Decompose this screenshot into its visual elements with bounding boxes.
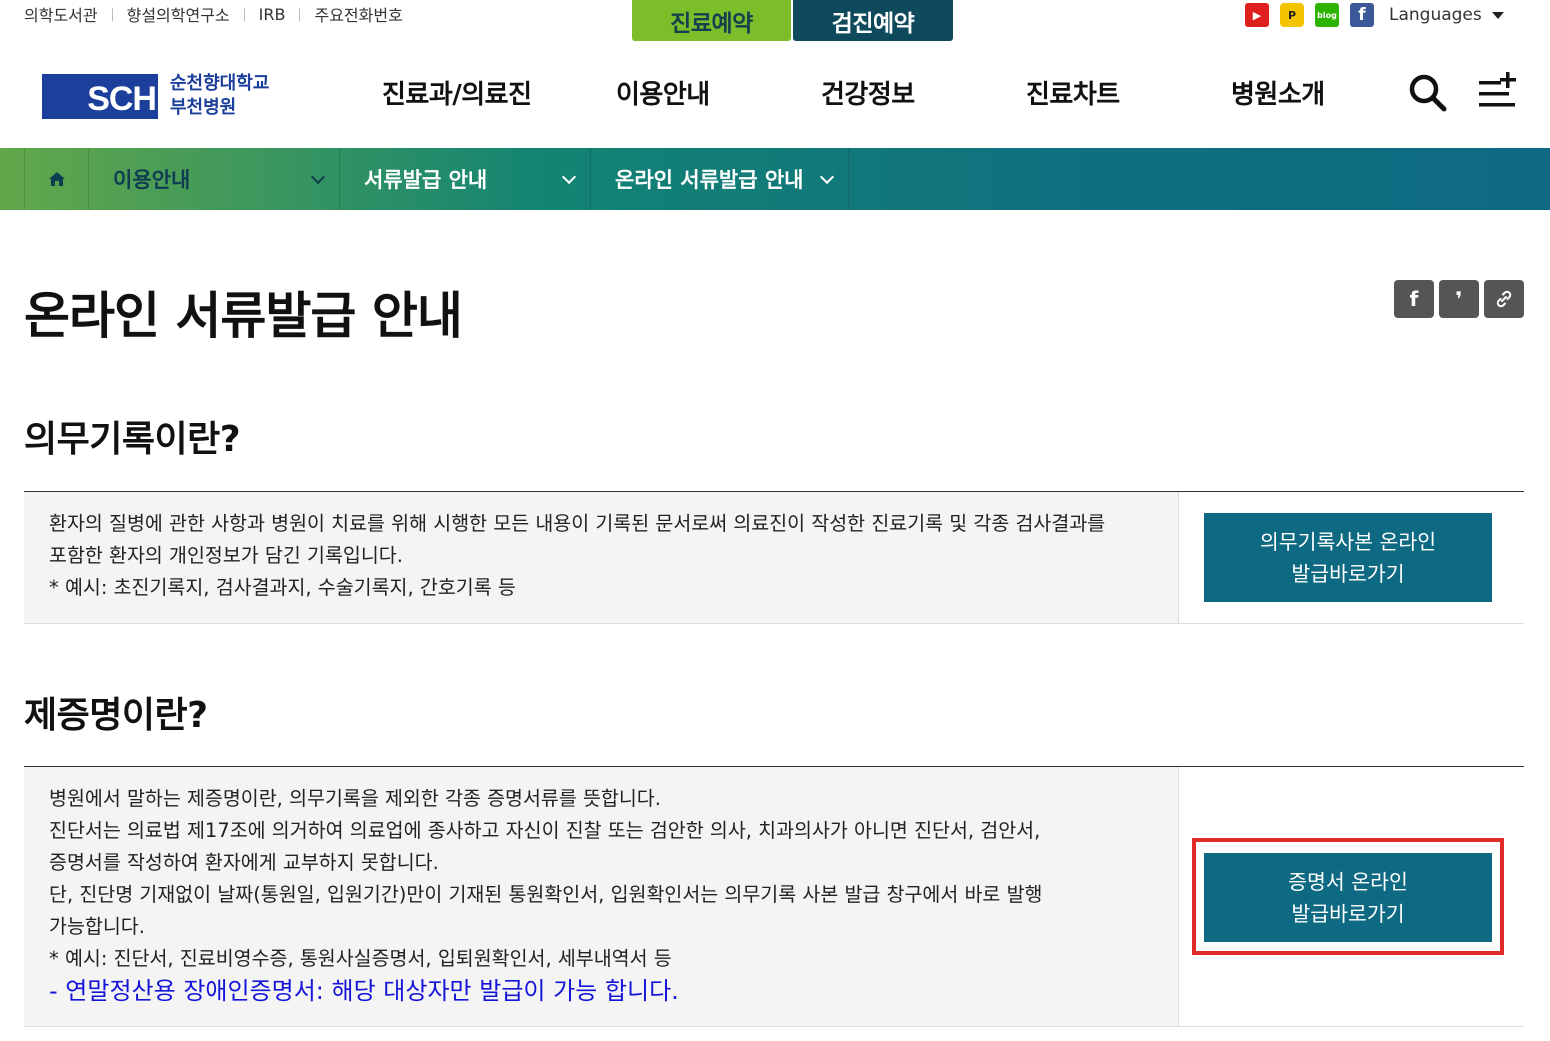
nav-item-health[interactable]: 건강정보 [821, 74, 1026, 111]
link-icon [1496, 290, 1512, 308]
text-line: * 예시: 초진기록지, 검사결과지, 수술기록지, 간호기록 등 [49, 576, 516, 599]
section-title-certificates: 제증명이란? [24, 695, 208, 736]
divider [243, 7, 245, 21]
youtube-icon[interactable]: ▶ [1245, 3, 1269, 27]
disability-certificate-note: - 연말정산용 장애인증명서: 해당 대상자만 발급이 가능 합니다. [49, 975, 1042, 1009]
chevron-down-icon [561, 169, 577, 185]
nav-item-about[interactable]: 병원소개 [1231, 74, 1325, 111]
utility-links: 의학도서관 향설의학연구소 IRB 주요전화번호 [24, 2, 403, 26]
blog-icon[interactable]: blog [1315, 3, 1339, 27]
util-link-research[interactable]: 향설의학연구소 [127, 2, 230, 26]
breadcrumb-level2[interactable]: 서류발급 안내 [340, 148, 591, 210]
home-button[interactable] [24, 148, 89, 210]
highlight-box [1192, 838, 1504, 955]
sns-links: ▶ P blog f Languages [1245, 3, 1504, 27]
facebook-icon[interactable]: f [1350, 3, 1374, 27]
text-line: 가능합니다. [49, 915, 145, 938]
text-line: 병원에서 말하는 제증명이란, 의무기록을 제외한 각종 증명서류를 뜻합니다. [49, 787, 661, 810]
divider [1178, 492, 1179, 623]
breadcrumb-level2-label: 서류발급 안내 [364, 168, 488, 192]
logo-text: 순천향대학교 부천병원 [170, 72, 269, 120]
logo-mark: SCH [42, 73, 158, 119]
divider [299, 7, 301, 21]
nav-item-departments[interactable]: 진료과/의료진 [382, 74, 616, 111]
text-line: * 예시: 진단서, 진료비영수증, 통원사실증명서, 입퇴원확인서, 세부내역… [49, 947, 672, 970]
section-text: 병원에서 말하는 제증명이란, 의무기록을 제외한 각종 증명서류를 뜻합니다.… [49, 783, 1042, 1009]
kakao-share-icon[interactable]: ❜ [1439, 280, 1479, 318]
button-label-line1: 의무기록사본 온라인 [1259, 529, 1437, 554]
all-menu-icon[interactable] [1478, 72, 1518, 110]
quick-reservation: 진료예약 검진예약 [632, 0, 953, 41]
home-icon [48, 172, 65, 186]
checkup-button[interactable]: 검진예약 [793, 0, 953, 41]
main-nav: 진료과/의료진 이용안내 건강정보 진료차트 병원소개 [382, 74, 1325, 111]
page-title: 온라인 서류발급 안내 [24, 287, 463, 345]
search-icon[interactable] [1407, 72, 1447, 112]
breadcrumb-level3[interactable]: 온라인 서류발급 안내 [591, 148, 849, 210]
hospital-logo[interactable]: SCH 순천향대학교 부천병원 [42, 72, 269, 120]
button-label-line2: 발급바로가기 [1291, 561, 1405, 586]
text-line: 환자의 질병에 관한 사항과 병원이 치료를 위해 시행한 모든 내용이 기록된… [49, 512, 1106, 535]
caret-down-icon [1491, 11, 1504, 19]
languages-label: Languages [1389, 5, 1482, 25]
podcast-icon[interactable]: P [1280, 3, 1304, 27]
chevron-down-icon [310, 169, 326, 185]
section-text: 환자의 질병에 관한 사항과 병원이 치료를 위해 시행한 모든 내용이 기록된… [49, 508, 1105, 604]
divider [1178, 767, 1179, 1026]
breadcrumb-level1-label: 이용안내 [113, 168, 191, 192]
text-line: 진단서는 의료법 제17조에 의거하여 의료업에 종사하고 자신이 진찰 또는 … [49, 819, 1041, 842]
share-buttons: f ❜ [1394, 280, 1524, 318]
divider [111, 7, 113, 21]
link-copy-icon[interactable] [1484, 280, 1524, 318]
note-text: - 연말정산용 장애인증명서: 해당 대상자만 발급이 가능 합니다. [49, 977, 679, 1005]
util-link-phone[interactable]: 주요전화번호 [314, 2, 402, 26]
text-line: 포함한 환자의 개인정보가 담긴 기록입니다. [49, 544, 403, 567]
text-line: 증명서를 작성하여 환자에게 교부하지 못합니다. [49, 851, 439, 874]
breadcrumb-level1[interactable]: 이용안내 [89, 148, 340, 210]
text-line: 단, 진단명 기재없이 날짜(통원일, 입원기간)만이 기재된 통원확인서, 입… [49, 883, 1043, 906]
util-link-library[interactable]: 의학도서관 [24, 2, 98, 26]
languages-dropdown[interactable]: Languages [1389, 5, 1504, 25]
facebook-share-icon[interactable]: f [1394, 280, 1434, 318]
breadcrumb: 이용안내 서류발급 안내 온라인 서류발급 안내 [0, 148, 1550, 210]
section-title-medical-records: 의무기록이란? [24, 419, 241, 460]
logo-line2: 부천병원 [170, 97, 237, 118]
util-link-irb[interactable]: IRB [259, 5, 286, 24]
reserve-button[interactable]: 진료예약 [632, 0, 791, 41]
logo-line1: 순천향대학교 [170, 73, 270, 94]
chevron-down-icon [819, 169, 835, 185]
medical-records-online-button[interactable]: 의무기록사본 온라인 발급바로가기 [1204, 513, 1492, 602]
nav-item-chart[interactable]: 진료차트 [1026, 74, 1231, 111]
breadcrumb-level3-label: 온라인 서류발급 안내 [615, 168, 804, 192]
nav-item-guide[interactable]: 이용안내 [616, 74, 821, 111]
